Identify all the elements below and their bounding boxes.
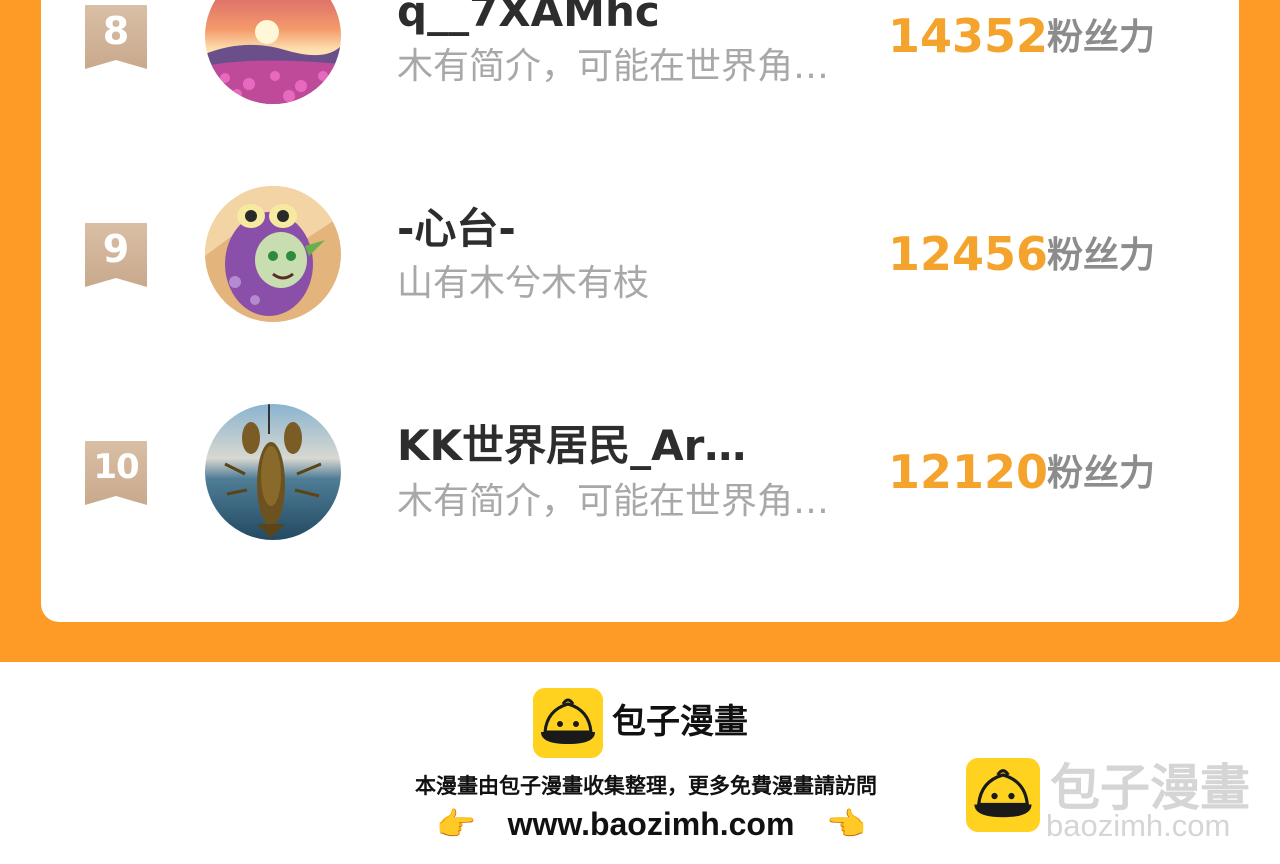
fan-score-unit: 粉丝力 <box>1047 17 1156 58</box>
brand-name: 包子漫畫 <box>612 702 748 742</box>
site-url-link[interactable]: www.baozimh.com <box>508 806 795 843</box>
user-name[interactable]: KK世界居民_Ar… <box>397 421 746 471</box>
user-bio: 木有简介，可能在世界角… <box>397 481 830 522</box>
rank-badge: 10 <box>85 441 147 505</box>
user-avatar[interactable] <box>205 186 341 322</box>
user-name[interactable]: -心台- <box>397 204 516 254</box>
pointing-hand-icon: 👈 <box>826 805 866 843</box>
watermark-logo-icon <box>966 758 1040 832</box>
user-name[interactable]: q__7XAMhc <box>397 0 660 37</box>
fan-score: 12456 <box>888 227 1049 281</box>
baozi-logo-icon <box>533 688 603 758</box>
pointing-hand-icon: 👉 <box>436 805 476 843</box>
ranking-card <box>41 0 1239 622</box>
fan-score: 12120 <box>888 445 1049 499</box>
watermark-url: baozimh.com <box>1046 808 1231 843</box>
rank-badge: 8 <box>85 5 147 69</box>
url-line: 👉 www.baozimh.com 👈 <box>436 802 866 846</box>
user-bio: 木有简介，可能在世界角… <box>397 46 830 87</box>
user-bio: 山有木兮木有枝 <box>397 263 650 304</box>
rank-badge: 9 <box>85 223 147 287</box>
fan-score: 14352 <box>888 9 1049 63</box>
fan-score-unit: 粉丝力 <box>1047 235 1156 276</box>
fan-score-unit: 粉丝力 <box>1047 453 1156 494</box>
user-avatar[interactable] <box>205 404 341 540</box>
